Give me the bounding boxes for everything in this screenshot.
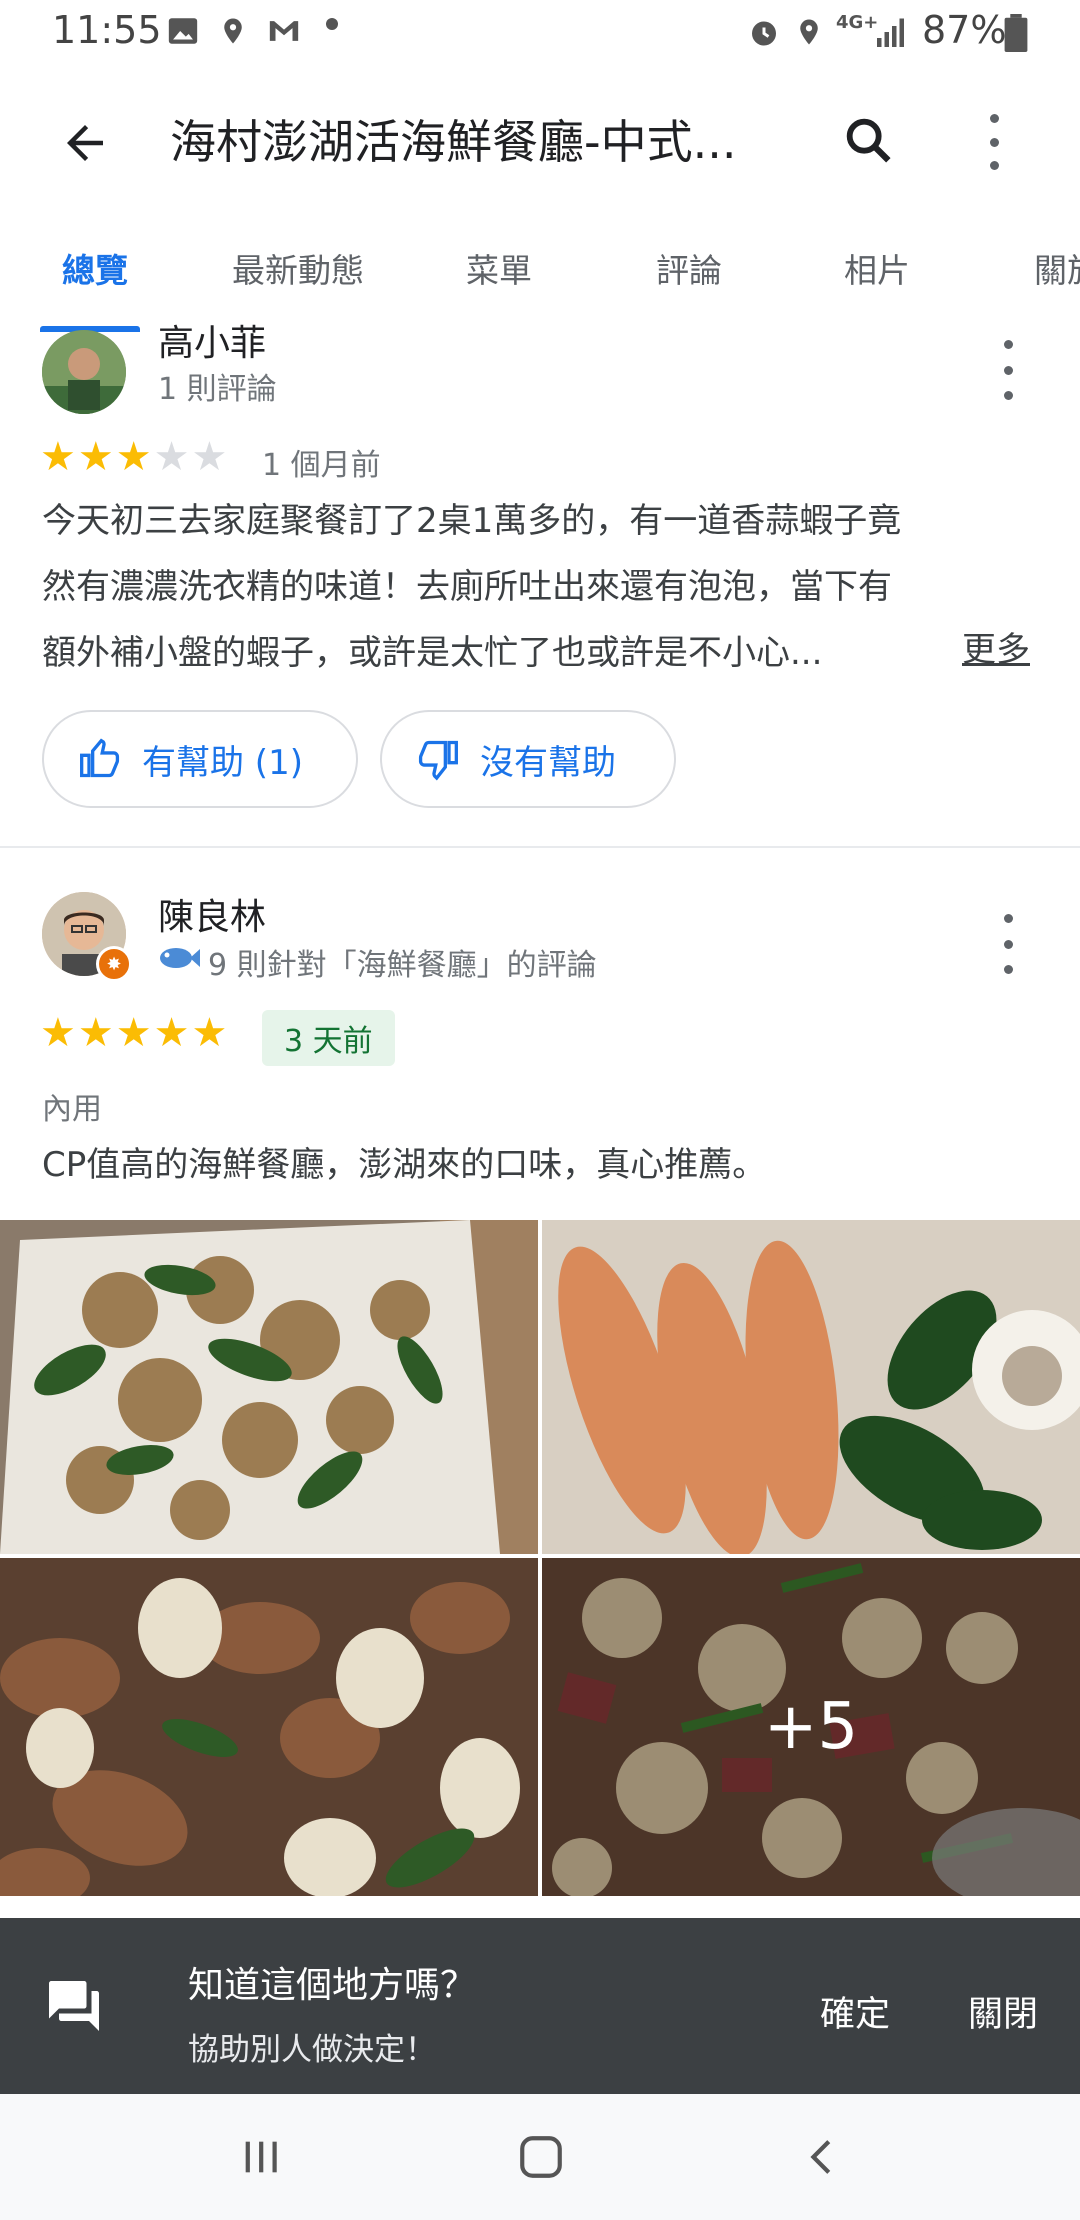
gmail-icon [269,21,299,41]
review-photo-4[interactable]: +5 [542,1558,1080,1896]
not-helpful-button[interactable]: 沒有幫助 [380,710,676,808]
review-more-icon[interactable] [988,914,1028,974]
star-icon: ★ [77,1010,116,1056]
star-rating: ★★★★★ [40,1010,229,1056]
location-status-icon [800,19,818,45]
reviewer-name[interactable]: 高小菲 [158,314,266,366]
review-divider [0,846,1080,848]
more-link[interactable]: 更多 [962,622,1030,671]
reviewer-name[interactable]: 陳良林 [158,888,266,940]
tab-menu[interactable]: 菜單 [466,244,532,292]
system-nav-bar [0,2094,1080,2220]
review-card-2: ✸ 陳良林 9 則針對「海鮮餐廳」的評論 ★★★★★ 3 天前 內用 CP值高的… [0,880,1080,1920]
fish-icon [160,948,200,968]
review-text-line: 今天初三去家庭聚餐訂了2桌1萬多的，有一道香蒜蝦子竟 [42,501,902,541]
not-helpful-label: 沒有幫助 [480,742,616,783]
star-icon: ★ [153,1010,192,1056]
dining-type: 內用 [42,1092,102,1127]
tab-updates[interactable]: 最新動態 [232,244,364,292]
local-guide-badge-icon: ✸ [96,946,132,982]
reviewer-meta: 9 則針對「海鮮餐廳」的評論 [208,948,597,983]
star-empty-icon: ★ [191,434,230,480]
review-photo-1[interactable] [0,1220,538,1554]
feedback-chat-icon [49,1981,99,2031]
review-photo-3[interactable] [0,1558,538,1896]
arrow-back-icon[interactable] [58,116,112,170]
star-icon: ★ [115,434,154,480]
tab-about[interactable]: 關於 [1034,244,1080,292]
battery-icon [1004,14,1028,52]
star-icon: ★ [77,434,116,480]
home-icon[interactable] [516,2132,566,2182]
avatar[interactable] [42,330,126,414]
star-icon: ★ [191,1010,230,1056]
recent-apps-icon[interactable] [238,2134,284,2180]
review-text-line: 額外補小盤的蝦子，或許是太忙了也或許是不小心... [42,633,823,673]
star-rating: ★★★★★ [40,434,229,480]
signal-icon [877,18,904,47]
tab-photos[interactable]: 相片 [844,244,910,292]
snackbar: 知道這個地方嗎？ 協助別人做決定！ 確定 關閉 [0,1918,1080,2094]
helpful-button[interactable]: 有幫助 (1) [42,710,358,808]
status-bar: 11:55 4G+ 87% [0,0,1080,66]
tab-overview[interactable]: 總覽 [62,244,128,292]
close-button[interactable]: 關閉 [968,1986,1038,2037]
status-time: 11:55 [52,8,162,52]
thumb-up-icon [80,738,120,778]
more-vert-icon[interactable] [974,114,1018,170]
fried-fish-photo [542,1220,1080,1554]
alarm-icon [752,21,776,46]
network-type: 4G+ [836,12,879,33]
more-photos-count[interactable]: +5 [542,1558,1080,1896]
review-photo-2[interactable] [542,1220,1080,1554]
reviewer-meta: 1 則評論 [158,372,277,407]
image-icon [168,18,198,44]
review-time-badge: 3 天前 [262,1010,395,1066]
star-icon: ★ [115,1010,154,1056]
star-empty-icon: ★ [153,434,192,480]
confirm-button[interactable]: 確定 [820,1986,890,2037]
notification-dot-icon [326,18,338,30]
review-text[interactable]: 今天初三去家庭聚餐訂了2桌1萬多的，有一道香蒜蝦子竟 然有濃濃洗衣精的味道！去廁… [42,488,1042,686]
star-icon: ★ [40,434,78,480]
page-title: 海村澎湖活海鮮餐廳-中式... [170,115,737,169]
star-icon: ★ [40,1010,78,1056]
helpful-label: 有幫助 (1) [142,742,303,783]
clams-photo [0,1558,538,1896]
review-more-icon[interactable] [988,340,1028,400]
review-text-line: 然有濃濃洗衣精的味道！去廁所吐出來還有泡泡，當下有 [42,567,892,607]
review-card-1: 高小菲 1 則評論 ★★★★★ 1 個月前 今天初三去家庭聚餐訂了2桌1萬多的，… [0,323,1080,850]
snackbar-subtitle: 協助別人做決定！ [188,2032,436,2068]
back-icon[interactable] [800,2134,846,2180]
search-icon[interactable] [840,112,898,170]
thumb-down-icon [418,740,458,781]
location-icon [224,18,242,44]
battery-percent: 87% [922,8,1007,52]
tab-reviews[interactable]: 評論 [656,244,722,292]
fried-oyster-photo [0,1220,538,1554]
avatar-photo [42,330,126,414]
snackbar-question: 知道這個地方嗎？ [188,1965,477,2006]
review-text[interactable]: CP值高的海鮮餐廳，澎湖來的口味，真心推薦。 [42,1132,1042,1198]
review-time: 1 個月前 [262,448,381,483]
